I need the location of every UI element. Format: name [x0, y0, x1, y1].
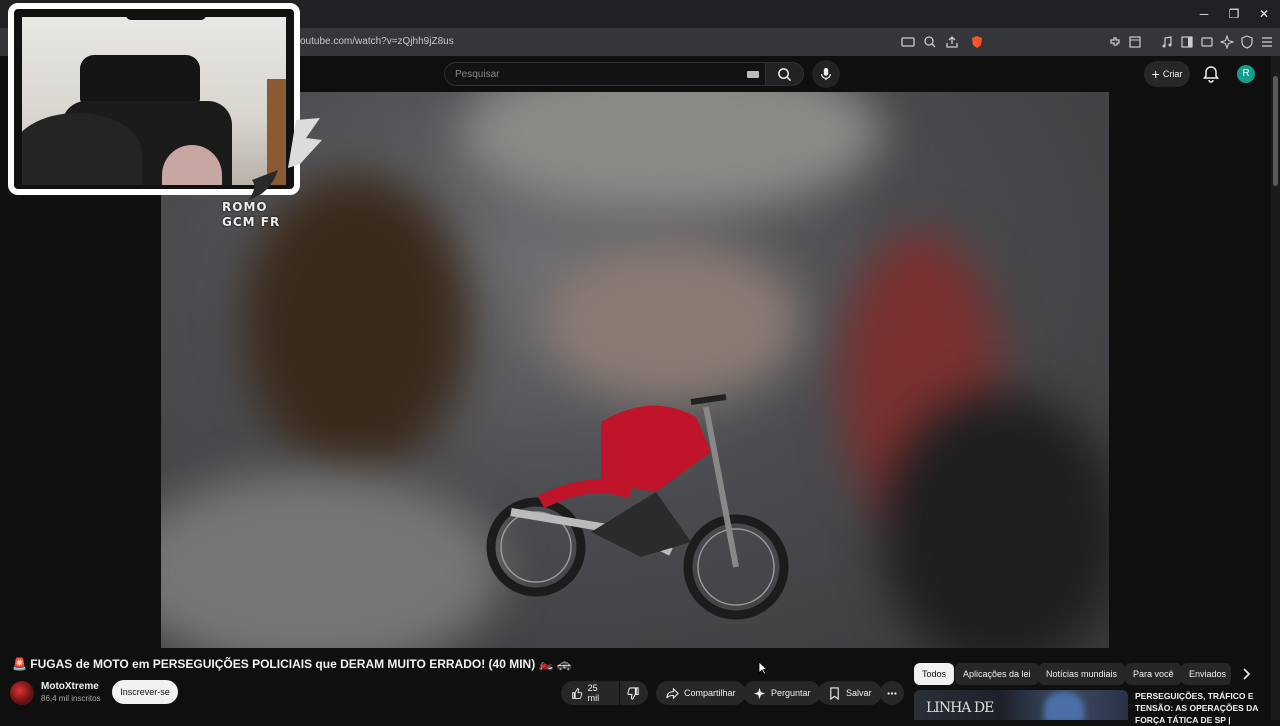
plus-icon: + [1151, 66, 1160, 82]
video-title: 🚨 FUGAS de MOTO em PERSEGUIÇÕES POLICIAI… [12, 657, 572, 671]
sparkle-icon [753, 687, 766, 699]
save-label: Salvar [846, 688, 872, 698]
thumbnail-figure [1044, 692, 1084, 720]
search-box[interactable] [444, 62, 766, 86]
keyboard-icon[interactable] [747, 71, 759, 78]
cast-icon[interactable] [901, 35, 915, 49]
recommendation-thumbnail-text: LINHA DE [926, 700, 994, 716]
share-label: Compartilhar [684, 688, 736, 698]
frame-tab-bottom [126, 191, 206, 195]
search-button[interactable] [766, 62, 804, 86]
player-margin-right [1109, 92, 1271, 648]
like-count: 25 mil [587, 683, 600, 703]
microphone-icon [821, 67, 831, 81]
sidebar-icon[interactable] [1180, 35, 1194, 49]
motorcycle-illustration [486, 394, 789, 620]
mouse-cursor-icon [758, 661, 768, 675]
thumbs-up-icon [572, 687, 583, 699]
create-button[interactable]: + Criar [1144, 61, 1190, 87]
office-chair-back [80, 55, 200, 103]
leo-ai-icon[interactable] [1220, 35, 1234, 49]
subscribe-button[interactable]: Inscrever-se [112, 680, 178, 704]
user-avatar[interactable]: R [1237, 65, 1255, 83]
chevron-right-icon[interactable] [1238, 665, 1254, 683]
chip-aplicacoes-da-lei[interactable]: Aplicações da lei [955, 663, 1039, 685]
notifications-bell-icon[interactable] [1202, 65, 1220, 83]
recommendation-thumbnail[interactable]: LINHA DE [914, 690, 1128, 720]
brave-shield-icon[interactable] [970, 35, 984, 49]
tab-manager-icon[interactable] [1128, 35, 1142, 49]
recommendation-title[interactable]: PERSEGUIÇÕES, TRÁFICO E TENSÃO: AS OPERA… [1135, 690, 1265, 726]
vpn-icon[interactable] [1240, 35, 1254, 49]
share-arrow-icon [666, 687, 679, 699]
chip-todos[interactable]: Todos [914, 663, 955, 685]
bookmark-icon [830, 686, 839, 700]
music-icon[interactable] [1160, 35, 1174, 49]
ask-button[interactable]: Perguntar [743, 681, 821, 705]
more-horizontal-icon [887, 691, 897, 695]
chip-enviados[interactable]: Enviados [1181, 663, 1231, 685]
channel-name[interactable]: MotoXtreme [41, 681, 99, 692]
close-icon[interactable]: ✕ [1256, 6, 1272, 22]
share-page-icon[interactable] [945, 35, 959, 49]
logo-line-2: GCM FR [222, 215, 281, 229]
like-button[interactable]: 25 mil [561, 681, 619, 705]
page-scrollbar[interactable] [1271, 56, 1280, 720]
frame-tab-top [126, 11, 206, 20]
more-actions-button[interactable] [880, 681, 904, 705]
chip-para-voce[interactable]: Para você [1125, 663, 1182, 685]
restore-icon[interactable]: ❐ [1226, 6, 1242, 22]
ask-label: Perguntar [771, 688, 811, 698]
logo-line-1: ROMO [222, 200, 268, 214]
save-button[interactable]: Salvar [818, 681, 882, 705]
blurred-crowd [541, 242, 801, 402]
extensions-icon[interactable] [1108, 35, 1122, 49]
background-wall [461, 92, 881, 212]
minimize-icon[interactable]: ─ [1196, 6, 1212, 22]
wallet-icon[interactable] [1200, 35, 1214, 49]
chip-noticias-mundiais[interactable]: Notícias mundiais [1038, 663, 1126, 685]
dislike-button[interactable] [620, 681, 648, 705]
share-button[interactable]: Compartilhar [656, 681, 746, 705]
ground-light [161, 472, 501, 648]
channel-logo-text: ROMO GCM FR [222, 200, 280, 230]
channel-avatar[interactable] [10, 681, 34, 705]
scrollbar-thumb[interactable] [1273, 76, 1278, 186]
search-icon [778, 68, 792, 82]
subscriber-count: 86,4 mil inscritos [41, 694, 101, 703]
thumbs-down-icon [627, 686, 639, 700]
url-text[interactable]: outube.com/watch?v=zQjhh9jZ8us [300, 36, 454, 47]
menu-icon[interactable] [1260, 35, 1274, 49]
search-input[interactable] [455, 66, 735, 82]
create-label: Criar [1162, 69, 1183, 79]
voice-search-button[interactable] [812, 60, 840, 88]
zoom-icon[interactable] [923, 35, 937, 49]
